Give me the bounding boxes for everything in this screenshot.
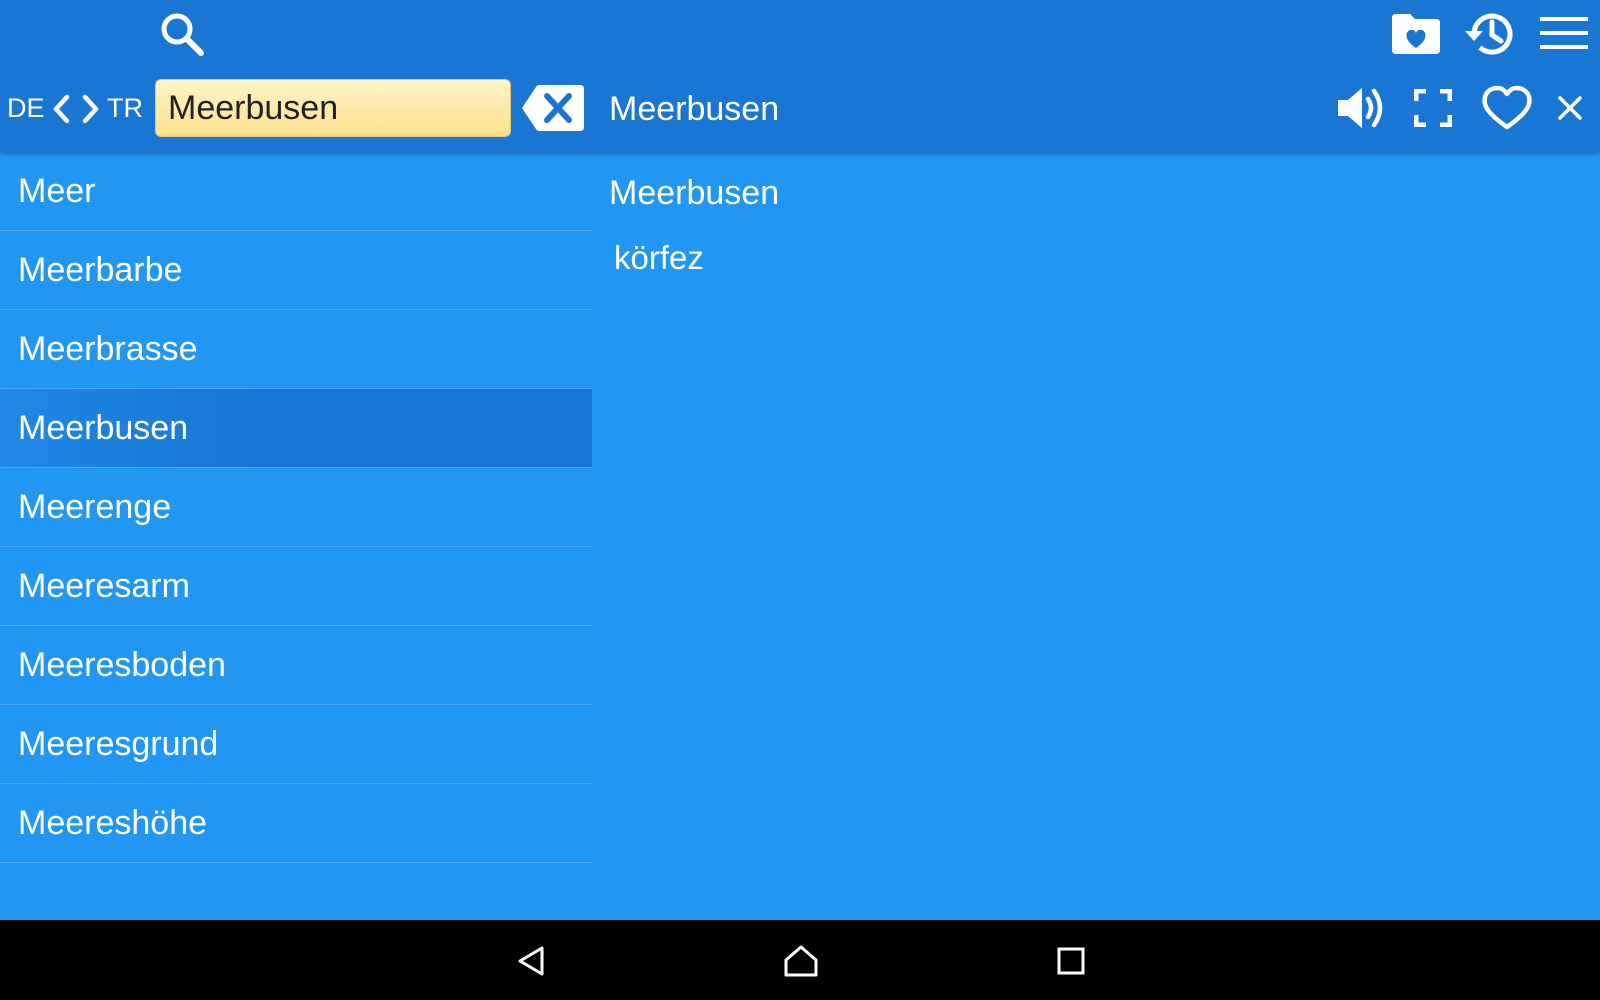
fullscreen-icon[interactable]: [1414, 89, 1452, 127]
detail-translation: körfez: [614, 239, 704, 276]
word-list: Meer Meerbarbe Meerbrasse Meerbusen Meer…: [0, 152, 592, 863]
menu-icon[interactable]: [1540, 15, 1588, 51]
word-list-item[interactable]: Meerbrasse: [0, 310, 592, 389]
search-icon[interactable]: [158, 10, 206, 58]
home-icon[interactable]: [783, 944, 819, 978]
close-icon[interactable]: [1557, 95, 1583, 121]
back-icon[interactable]: [516, 945, 546, 977]
backspace-clear-icon[interactable]: [522, 85, 584, 131]
speaker-icon[interactable]: [1336, 85, 1386, 131]
top-toolbar: DE TR Meerbusen: [0, 0, 1600, 152]
target-language[interactable]: TR: [107, 93, 143, 123]
heart-outline-icon[interactable]: [1481, 85, 1533, 131]
recents-icon[interactable]: [1057, 947, 1085, 975]
word-list-item[interactable]: Meerenge: [0, 468, 592, 547]
word-list-item[interactable]: Meeresboden: [0, 626, 592, 705]
word-list-item[interactable]: Meeresgrund: [0, 705, 592, 784]
source-language[interactable]: DE: [7, 93, 45, 123]
search-input[interactable]: [155, 79, 511, 137]
chevron-right-icon[interactable]: [82, 94, 100, 124]
detail-headword: Meerbusen: [609, 174, 780, 212]
word-list-item[interactable]: Meerbarbe: [0, 231, 592, 310]
favorites-folder-icon[interactable]: [1390, 12, 1442, 56]
entry-header-word: Meerbusen: [609, 90, 780, 128]
word-list-item[interactable]: Meereshöhe: [0, 784, 592, 863]
system-nav-bar: [0, 920, 1600, 1000]
word-list-item[interactable]: Meerbusen: [0, 389, 592, 468]
word-list-item[interactable]: Meeresarm: [0, 547, 592, 626]
history-icon[interactable]: [1462, 8, 1516, 60]
chevron-left-icon[interactable]: [52, 94, 70, 124]
word-list-item[interactable]: Meer: [0, 152, 592, 231]
